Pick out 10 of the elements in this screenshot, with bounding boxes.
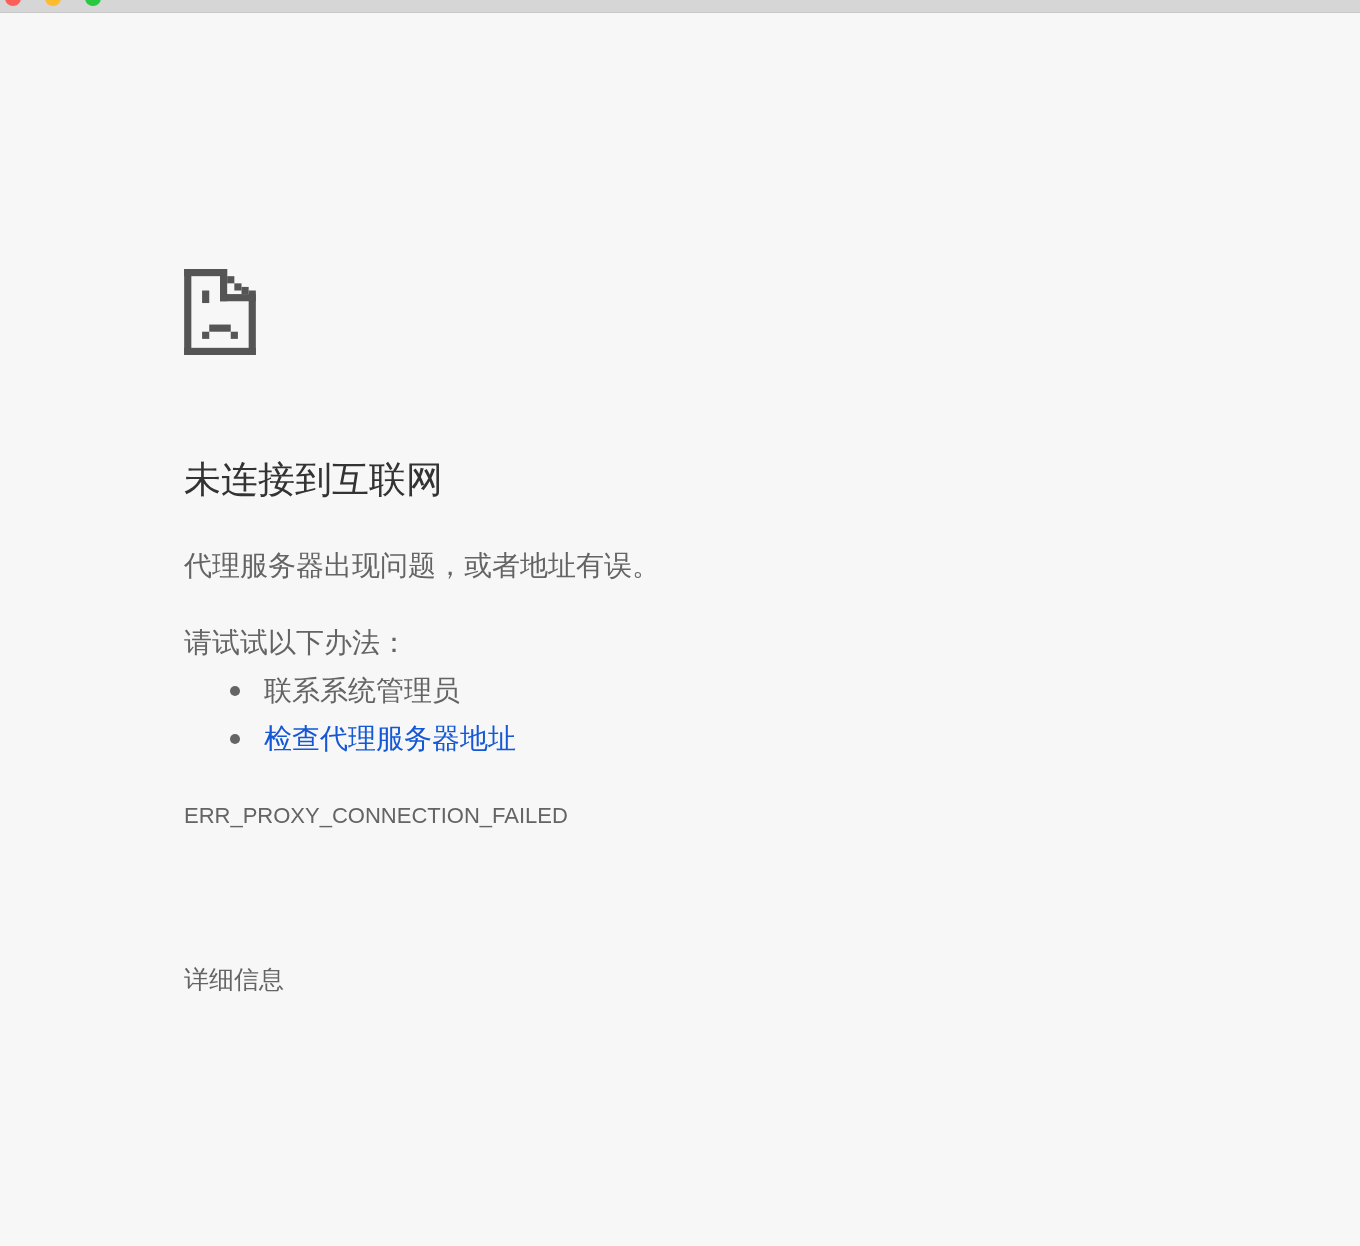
- error-code: ERR_PROXY_CONNECTION_FAILED: [184, 802, 569, 830]
- details-button[interactable]: 详细信息: [184, 962, 284, 998]
- suggestions-label: 请试试以下办法：: [184, 625, 409, 661]
- sad-document-icon: [184, 269, 256, 355]
- suggestion-link[interactable]: 检查代理服务器地址: [264, 720, 516, 758]
- error-description: 代理服务器出现问题，或者地址有误。: [184, 548, 661, 584]
- error-heading: 未连接到互联网: [184, 457, 444, 503]
- bullet-icon: [230, 734, 240, 744]
- suggestion-text: 联系系统管理员: [264, 673, 460, 709]
- bullet-icon: [230, 686, 240, 696]
